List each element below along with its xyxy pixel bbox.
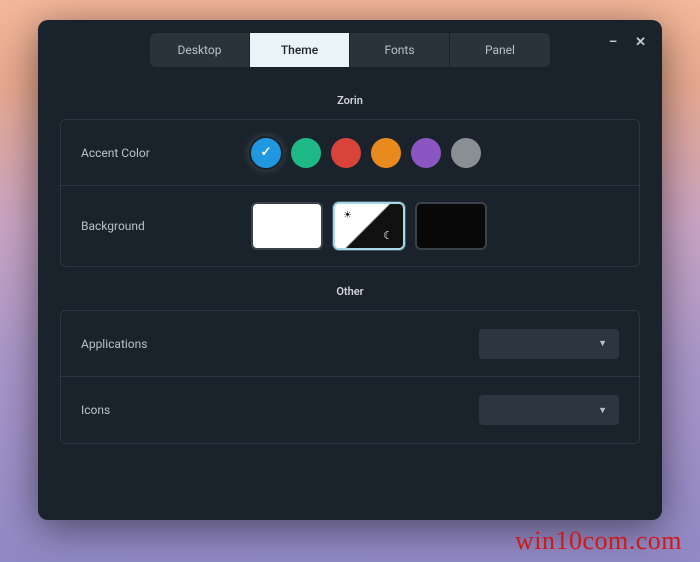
watermark: win10com.com — [515, 526, 682, 556]
accent-swatch-purple[interactable] — [411, 138, 441, 168]
background-option-light[interactable] — [251, 202, 323, 250]
background-options: ☀ ☾ — [221, 202, 619, 250]
tab-desktop[interactable]: Desktop — [150, 33, 250, 67]
accent-swatch-red[interactable] — [331, 138, 361, 168]
appearance-window: Desktop Theme Fonts Panel – ✕ Zorin Acce… — [38, 20, 662, 520]
content: Zorin Accent Color Background — [38, 72, 662, 520]
background-option-auto[interactable]: ☀ ☾ — [333, 202, 405, 250]
accent-swatch-blue[interactable] — [251, 138, 281, 168]
panel-other: Applications ▼ Icons ▼ — [60, 310, 640, 444]
background-label: Background — [81, 219, 221, 233]
tab-theme[interactable]: Theme — [250, 33, 350, 67]
panel-zorin: Accent Color Background ☀ ☾ — [60, 119, 640, 267]
icons-dropdown[interactable]: ▼ — [479, 395, 619, 425]
tab-bar: Desktop Theme Fonts Panel — [150, 33, 550, 67]
icons-label: Icons — [81, 403, 221, 417]
applications-dropdown[interactable]: ▼ — [479, 329, 619, 359]
titlebar: Desktop Theme Fonts Panel – ✕ — [38, 20, 662, 72]
row-icons: Icons ▼ — [61, 377, 639, 443]
tab-panel[interactable]: Panel — [450, 33, 550, 67]
accent-swatch-orange[interactable] — [371, 138, 401, 168]
row-accent-color: Accent Color — [61, 120, 639, 186]
accent-color-label: Accent Color — [81, 146, 221, 160]
sun-icon: ☀ — [343, 210, 353, 220]
accent-color-swatches — [221, 138, 619, 168]
row-background: Background ☀ ☾ — [61, 186, 639, 266]
section-title-zorin: Zorin — [60, 94, 640, 107]
minimize-button[interactable]: – — [609, 36, 617, 49]
tab-fonts[interactable]: Fonts — [350, 33, 450, 67]
accent-swatch-grey[interactable] — [451, 138, 481, 168]
section-title-other: Other — [60, 285, 640, 298]
window-controls: – ✕ — [609, 36, 646, 49]
moon-icon: ☾ — [383, 229, 393, 242]
row-applications: Applications ▼ — [61, 311, 639, 377]
chevron-down-icon: ▼ — [598, 405, 607, 416]
chevron-down-icon: ▼ — [598, 338, 607, 349]
background-option-dark[interactable] — [415, 202, 487, 250]
accent-swatch-green[interactable] — [291, 138, 321, 168]
close-button[interactable]: ✕ — [635, 36, 646, 49]
applications-label: Applications — [81, 337, 221, 351]
